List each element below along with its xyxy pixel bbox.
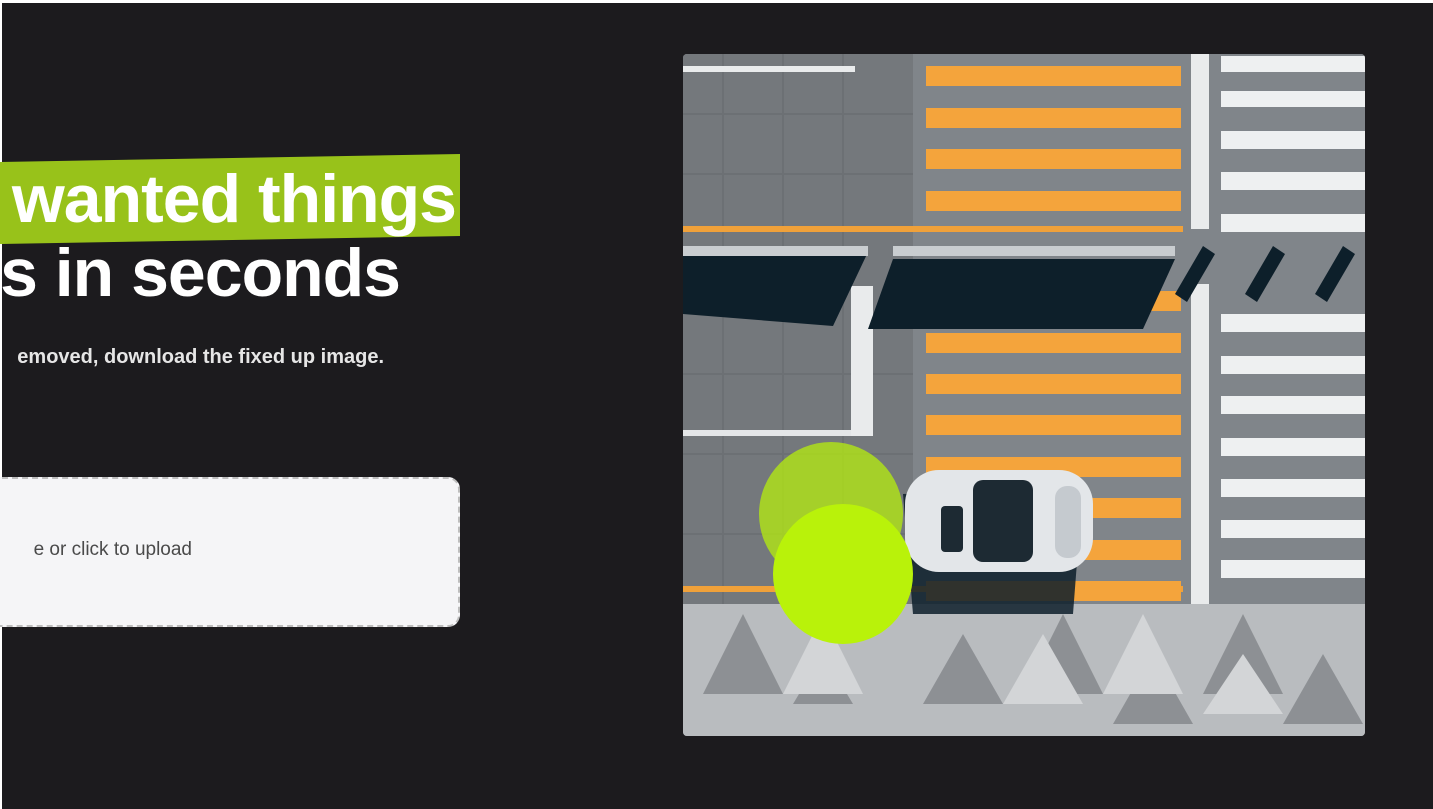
hero-subtitle: emoved, download the fixed up image. <box>17 346 384 368</box>
upload-prompt-container: e or click to upload <box>2 539 192 565</box>
hero-headline: wanted things s in seconds <box>0 0 480 320</box>
hero-subtitle-container: emoved, download the fixed up image. <box>0 346 384 376</box>
headline-line-2: s in seconds <box>0 235 401 311</box>
upload-dropzone[interactable]: e or click to upload <box>0 477 460 627</box>
demo-photo <box>683 54 1365 736</box>
aerial-street-car-photo-icon <box>683 54 1365 736</box>
upload-prompt: e or click to upload <box>33 539 192 560</box>
headline-line-1: wanted things <box>11 161 457 237</box>
